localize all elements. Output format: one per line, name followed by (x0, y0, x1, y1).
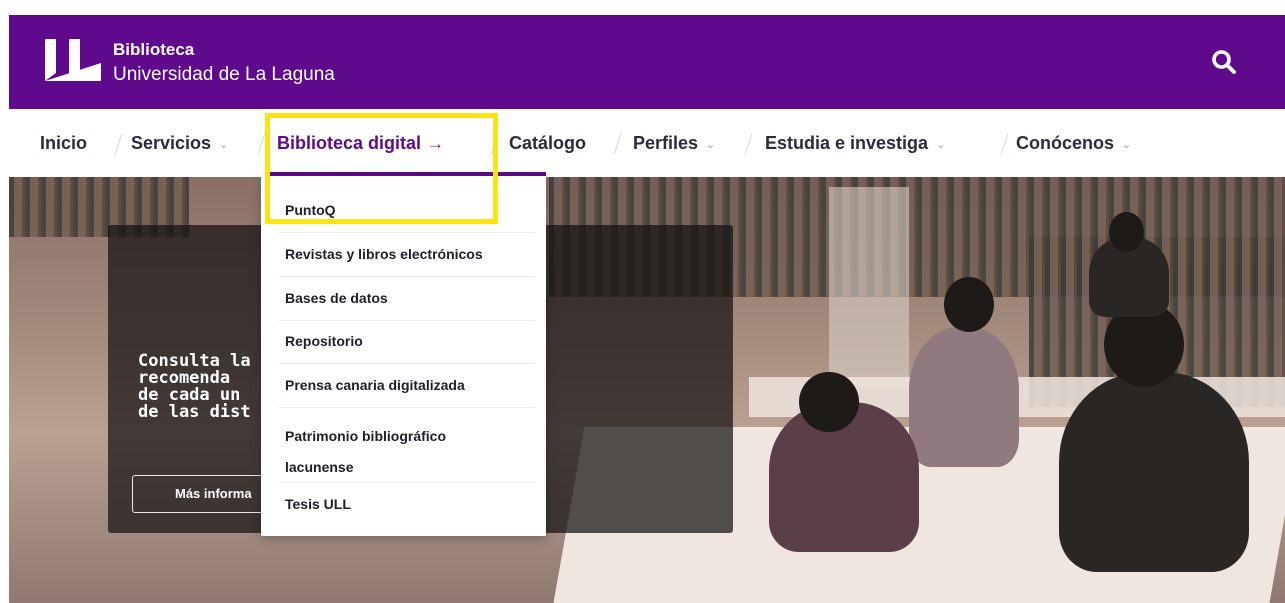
nav-item-label: Estudia e investiga (765, 133, 929, 153)
chevron-down-icon: ⌄ (706, 139, 716, 151)
brand-subtitle[interactable]: Universidad de La Laguna (113, 64, 335, 86)
nav-item-perfiles[interactable]: Perfiles ⌄ (633, 109, 715, 177)
dropdown-item-revistas-libros[interactable]: Revistas y libros electrónicos (285, 246, 525, 262)
main-nav: Inicio Servicios ⌄ Biblioteca digital → Ca… (9, 109, 1285, 177)
nav-item-label: Inicio (40, 133, 88, 153)
nav-item-label: Servicios (131, 133, 212, 153)
dropdown-divider (279, 407, 535, 408)
nav-separator (744, 133, 753, 155)
nav-item-conocenos[interactable]: Conócenos ⌄ (1016, 109, 1131, 177)
dropdown-divider (279, 276, 535, 277)
dropdown-divider (279, 232, 535, 233)
biblioteca-digital-dropdown: PuntoQ Revistas y libros electrónicos Ba… (261, 176, 546, 536)
dropdown-item-puntoq[interactable]: PuntoQ (285, 202, 525, 218)
nav-item-estudia-e-investiga[interactable]: Estudia e investiga ⌄ (765, 109, 945, 177)
person (799, 372, 859, 432)
nav-item-inicio[interactable]: Inicio (40, 109, 87, 177)
arrow-right-icon: → (427, 134, 445, 153)
nav-item-label: Perfiles (633, 133, 699, 153)
chevron-down-icon: ⌄ (1122, 139, 1132, 151)
dropdown-item-tesis-ull[interactable]: Tesis ULL (285, 496, 525, 512)
search-icon[interactable] (1211, 49, 1237, 75)
person (909, 327, 1019, 467)
nav-separator (613, 133, 622, 155)
nav-item-label: Catálogo (509, 133, 587, 153)
dropdown-divider (279, 482, 535, 483)
nav-item-biblioteca-digital[interactable]: Biblioteca digital → (277, 109, 444, 177)
promo-text: Consulta la recomenda de cada un de las … (138, 353, 251, 421)
chevron-down-icon: ⌄ (936, 139, 946, 151)
hero-banner: Consulta la recomenda de cada un de las … (9, 177, 1285, 603)
person (1059, 372, 1249, 572)
nav-separator (490, 133, 499, 155)
chevron-down-icon: ⌄ (219, 139, 229, 151)
dropdown-item-repositorio[interactable]: Repositorio (285, 333, 525, 349)
dropdown-item-prensa-canaria[interactable]: Prensa canaria digitalizada (285, 377, 525, 393)
brand-title[interactable]: Biblioteca (113, 40, 194, 60)
bookshelf (829, 187, 909, 387)
nav-item-label: Conócenos (1016, 133, 1115, 153)
dropdown-item-patrimonio[interactable]: Patrimonio bibliográfico lacunense (285, 421, 525, 483)
person (1109, 212, 1144, 252)
page-frame: Biblioteca Universidad de La Laguna Inic… (9, 15, 1285, 603)
site-header: Biblioteca Universidad de La Laguna (9, 15, 1285, 109)
dropdown-item-bases-de-datos[interactable]: Bases de datos (285, 290, 525, 306)
ull-logo[interactable] (39, 35, 101, 85)
nav-item-servicios[interactable]: Servicios ⌄ (131, 109, 228, 177)
dropdown-divider (279, 363, 535, 364)
nav-separator (114, 133, 123, 155)
person (944, 277, 994, 332)
nav-item-catalogo[interactable]: Catálogo (509, 109, 586, 177)
nav-separator (1000, 133, 1009, 155)
nav-separator (257, 133, 266, 155)
dropdown-divider (279, 320, 535, 321)
nav-item-label: Biblioteca digital (277, 133, 422, 153)
